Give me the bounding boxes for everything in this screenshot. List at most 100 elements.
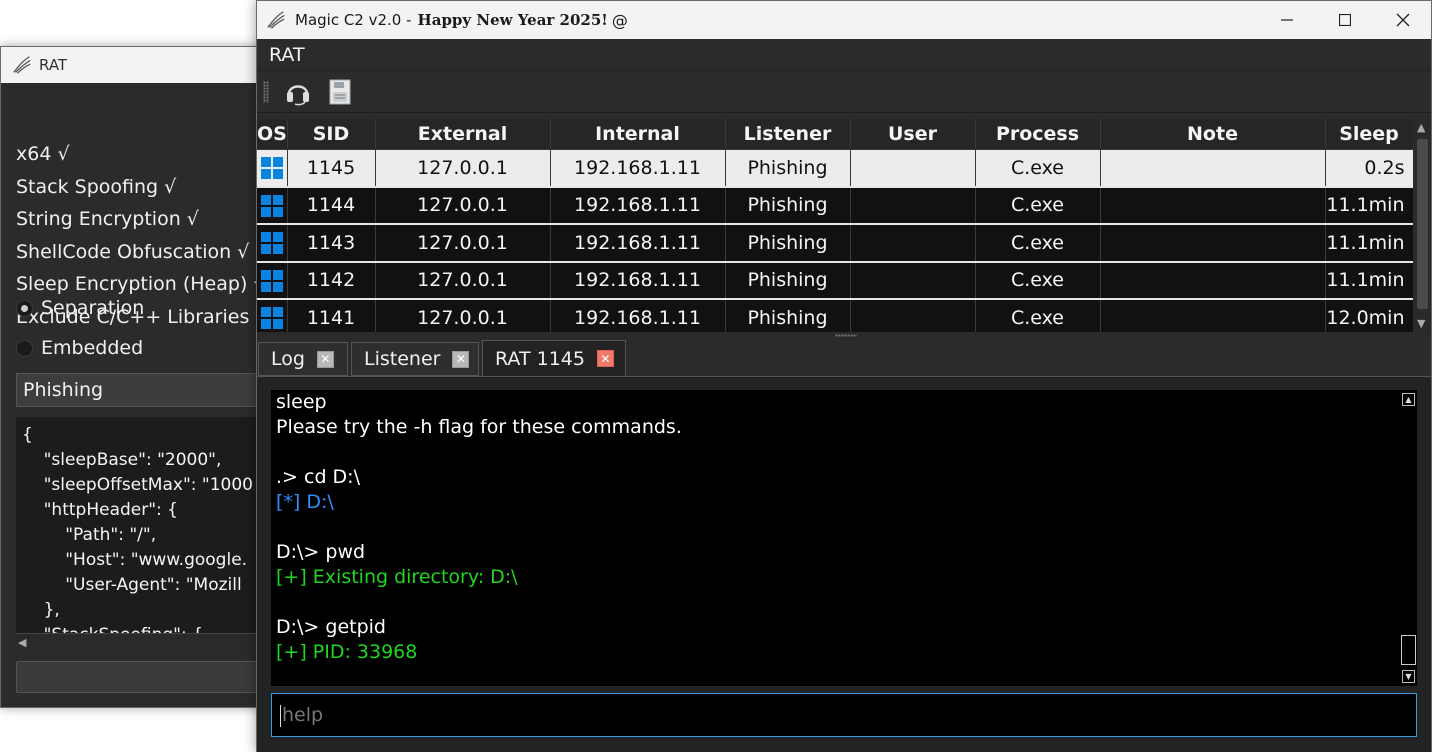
sleep-cell: 11.1min xyxy=(1325,224,1413,263)
table-row[interactable]: 1145 127.0.0.1 192.168.1.11 Phishing C.exe 0.… xyxy=(257,149,1413,188)
toolbar-grip[interactable] xyxy=(263,80,269,103)
process-cell: C.exe xyxy=(975,224,1101,263)
external-cell: 127.0.0.1 xyxy=(375,299,551,332)
tab-close-icon[interactable]: ✕ xyxy=(316,350,334,368)
tab-log[interactable]: Log ✕ xyxy=(258,342,348,376)
tab-close-icon[interactable]: ✕ xyxy=(452,350,470,368)
maximize-button[interactable] xyxy=(1316,1,1374,39)
rat-builder-window: RAT x64 √ Stack Spoofing √ String Encrypti… xyxy=(0,46,316,708)
os-cell xyxy=(257,224,288,263)
command-input[interactable] xyxy=(271,693,1417,737)
sessions-table: OS SID External Internal Listener User Process… xyxy=(257,119,1413,332)
external-cell: 127.0.0.1 xyxy=(375,186,551,225)
save-button[interactable] xyxy=(323,75,357,109)
table-row[interactable]: 1143 127.0.0.1 192.168.1.11 Phishing C.exe 11… xyxy=(257,224,1413,263)
external-cell: 127.0.0.1 xyxy=(375,261,551,300)
radio-separation[interactable]: Separation xyxy=(16,297,144,319)
tab-listener[interactable]: Listener ✕ xyxy=(351,342,479,376)
close-button[interactable] xyxy=(1374,1,1432,39)
column-header-external[interactable]: External xyxy=(375,119,551,150)
toolbar xyxy=(257,71,1431,113)
radio-button-icon[interactable] xyxy=(16,299,33,317)
sid-cell: 1144 xyxy=(287,186,376,225)
column-header-os[interactable]: OS xyxy=(257,119,288,150)
console-line: [+] Existing directory: D:\ xyxy=(276,566,518,588)
console-line: .> cd D:\ xyxy=(276,466,360,488)
rat-builder-title: RAT xyxy=(39,56,68,74)
menu-rat[interactable]: RAT xyxy=(269,44,305,66)
table-row[interactable]: 1144 127.0.0.1 192.168.1.11 Phishing C.exe 11… xyxy=(257,186,1413,225)
save-icon xyxy=(329,79,351,104)
scroll-up-icon[interactable]: ▲ xyxy=(1417,121,1425,134)
minimize-icon xyxy=(1281,19,1293,21)
windows-icon xyxy=(260,194,283,217)
scroll-thumb[interactable] xyxy=(1417,139,1428,309)
note-cell xyxy=(1100,149,1326,188)
sessions-vscrollbar[interactable]: ▲ ▼ xyxy=(1414,119,1431,332)
build-option[interactable]: x64 √ xyxy=(16,143,70,165)
main-titlebar[interactable]: Magic C2 v2.0 - Happy New Year 2025! @ xyxy=(257,1,1431,39)
windows-icon xyxy=(260,307,283,329)
scroll-down-icon[interactable]: ▼ xyxy=(1402,670,1415,683)
console-lines: sleep Please try the -h flag for these co… xyxy=(271,390,1417,665)
table-body: 1145 127.0.0.1 192.168.1.11 Phishing C.exe 0.… xyxy=(257,149,1413,332)
table-header-row: OS SID External Internal Listener User Process… xyxy=(257,119,1413,150)
console-vscrollbar[interactable]: ▲ ▼ xyxy=(1400,390,1417,686)
scroll-down-icon[interactable]: ▼ xyxy=(1417,317,1425,330)
maximize-icon xyxy=(1339,14,1351,26)
console-line: D:\> pwd xyxy=(276,541,366,563)
radio-embedded[interactable]: Embedded xyxy=(16,337,143,359)
column-header-note[interactable]: Note xyxy=(1100,119,1326,150)
close-icon xyxy=(1396,13,1410,27)
console-output[interactable]: sleep Please try the -h flag for these co… xyxy=(271,390,1417,686)
build-option[interactable]: Sleep Encryption (Heap) √ xyxy=(16,273,266,295)
internal-cell: 192.168.1.11 xyxy=(550,149,726,188)
sid-cell: 1145 xyxy=(287,149,376,188)
column-header-sleep[interactable]: Sleep xyxy=(1325,119,1413,150)
radio-button-icon[interactable] xyxy=(16,339,33,357)
sleep-cell: 12.0min xyxy=(1325,299,1413,332)
table-row[interactable]: 1142 127.0.0.1 192.168.1.11 Phishing C.exe 11… xyxy=(257,261,1413,300)
note-cell xyxy=(1100,186,1326,225)
build-option[interactable]: Stack Spoofing √ xyxy=(16,176,176,198)
headset-button[interactable] xyxy=(281,75,315,109)
minimize-button[interactable] xyxy=(1258,1,1316,39)
main-window: Magic C2 v2.0 - Happy New Year 2025! @ R… xyxy=(256,0,1432,752)
table-row[interactable]: 1141 127.0.0.1 192.168.1.11 Phishing C.exe 12… xyxy=(257,299,1413,332)
column-header-process[interactable]: Process xyxy=(975,119,1101,150)
note-cell xyxy=(1100,299,1326,332)
windows-icon xyxy=(260,156,283,179)
tab-close-icon[interactable]: ✕ xyxy=(596,350,614,367)
process-cell: C.exe xyxy=(975,261,1101,300)
scroll-thumb[interactable] xyxy=(1401,635,1416,665)
rat-builder-titlebar[interactable]: RAT xyxy=(1,47,299,83)
pane-splitter[interactable] xyxy=(257,332,1431,340)
listener-cell: Phishing xyxy=(725,186,851,225)
process-cell: C.exe xyxy=(975,149,1101,188)
column-header-user[interactable]: User xyxy=(850,119,976,150)
column-header-listener[interactable]: Listener xyxy=(725,119,851,150)
scroll-left-icon[interactable]: ◀ xyxy=(18,636,26,649)
sessions-table-container: OS SID External Internal Listener User Process… xyxy=(257,119,1413,332)
os-cell xyxy=(257,299,288,332)
sleep-cell: 11.1min xyxy=(1325,261,1413,300)
user-cell xyxy=(850,299,976,332)
windows-icon xyxy=(260,232,283,254)
sid-cell: 1142 xyxy=(287,261,376,300)
note-cell xyxy=(1100,261,1326,300)
tab-rat-1145[interactable]: RAT 1145 ✕ xyxy=(482,340,626,377)
column-header-sid[interactable]: SID xyxy=(287,119,376,150)
console-line: [*] D:\ xyxy=(276,491,334,513)
build-option[interactable]: String Encryption √ xyxy=(16,208,199,230)
build-option[interactable]: ShellCode Obfuscation √ xyxy=(16,241,249,263)
os-cell xyxy=(257,186,288,225)
tab-bar: Log ✕ Listener ✕ RAT 1145 ✕ xyxy=(257,340,1431,377)
column-header-internal[interactable]: Internal xyxy=(550,119,726,150)
listener-cell: Phishing xyxy=(725,299,851,332)
console-line: [+] PID: 33968 xyxy=(276,641,418,663)
os-cell xyxy=(257,149,288,188)
scroll-up-icon[interactable]: ▲ xyxy=(1402,393,1415,406)
radio-label: Separation xyxy=(41,297,145,319)
